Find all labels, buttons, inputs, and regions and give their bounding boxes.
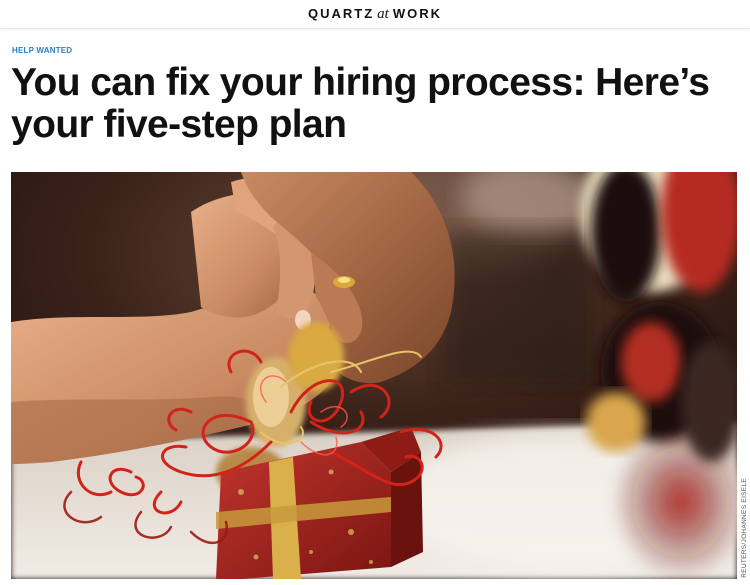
section-kicker-link[interactable]: HELP WANTED xyxy=(12,46,72,55)
site-header: QUARTZ at WORK xyxy=(0,0,750,29)
logo-text-work: WORK xyxy=(392,5,442,21)
site-logo[interactable]: QUARTZ at WORK xyxy=(308,6,442,23)
image-credit: REUTERS/JOHANNES EISELE xyxy=(740,478,748,578)
logo-text-quartz: QUARTZ xyxy=(307,5,375,21)
hero-image xyxy=(11,172,737,579)
logo-text-at: at xyxy=(377,5,389,22)
article-headline: You can fix your hiring process: Here’s … xyxy=(11,61,710,146)
image-credit-wrap: REUTERS/JOHANNES EISELE xyxy=(739,440,749,578)
gift-wrapping-photo xyxy=(11,172,737,579)
